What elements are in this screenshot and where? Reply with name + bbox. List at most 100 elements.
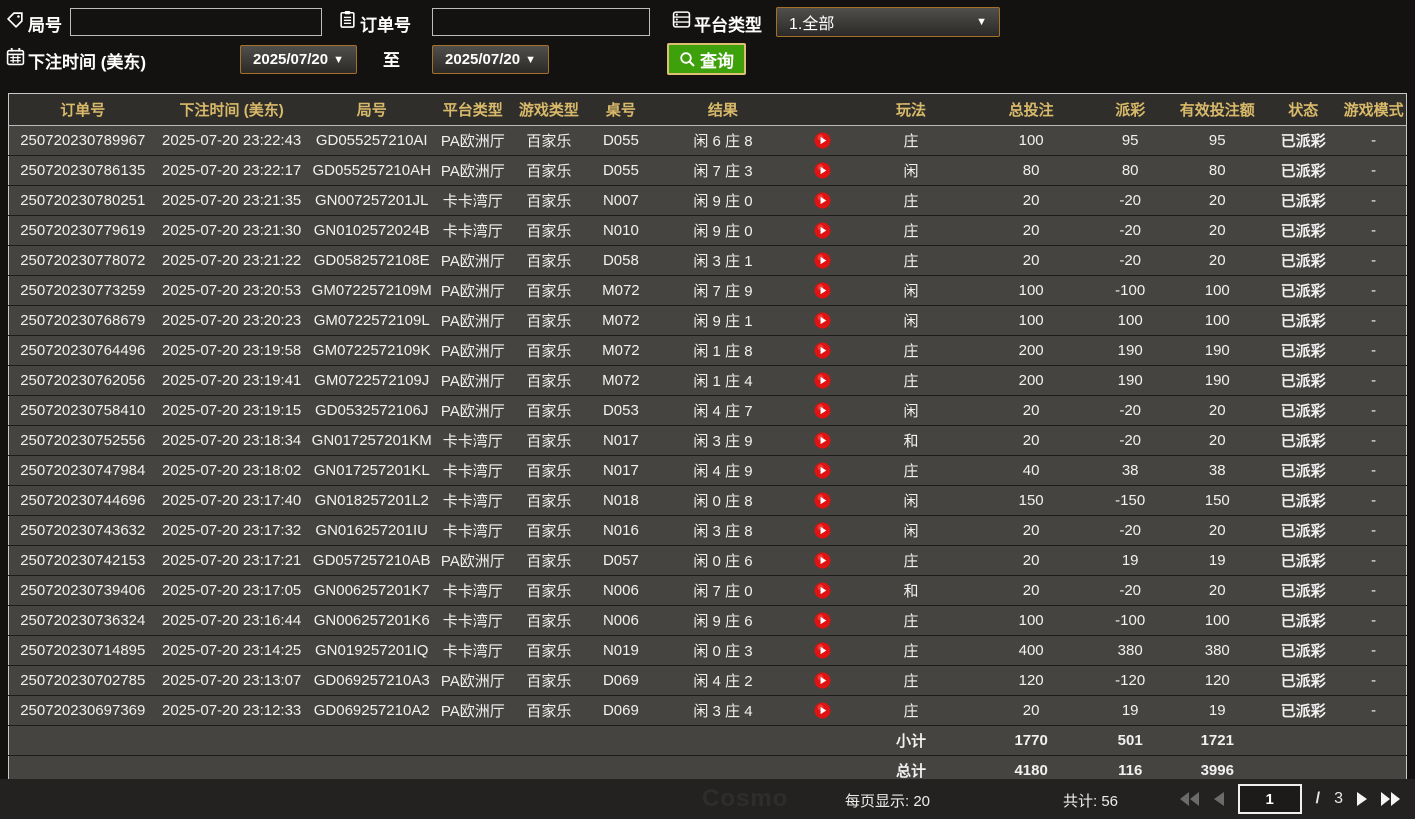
date-to-select[interactable]: 2025/07/20 ▼ <box>432 45 549 74</box>
platform-type: PA欧洲厅 <box>436 305 509 336</box>
platform-type: 卡卡湾厅 <box>436 635 509 666</box>
result: 闲 3 庄 8 <box>652 515 793 546</box>
footer-bar: Cosmo 每页显示: 20 共计: 56 / 3 <box>0 779 1415 819</box>
play-video-icon[interactable] <box>792 395 852 426</box>
column-header-game_type: 游戏类型 <box>508 93 589 126</box>
play-video-icon[interactable] <box>792 605 852 636</box>
game-mode: - <box>1341 515 1407 546</box>
total-bet: 20 <box>971 245 1092 276</box>
game-type: 百家乐 <box>508 545 589 576</box>
game-id: GD055257210AH <box>306 155 437 186</box>
game-mode: - <box>1341 545 1407 576</box>
play-video-icon[interactable] <box>792 485 852 516</box>
play-video-icon[interactable] <box>792 335 852 366</box>
game-type: 百家乐 <box>508 155 589 186</box>
payout: -20 <box>1091 185 1170 216</box>
play-video-icon[interactable] <box>792 125 852 156</box>
payout: -20 <box>1091 515 1170 546</box>
game-mode: - <box>1341 305 1407 336</box>
platform-type: 卡卡湾厅 <box>436 575 509 606</box>
platform-select[interactable]: 1.全部 ▼ <box>776 7 1000 37</box>
total-bet: 100 <box>971 305 1092 336</box>
table-no: D053 <box>588 395 653 426</box>
play-video-icon[interactable] <box>792 245 852 276</box>
table-no: N010 <box>588 215 653 246</box>
bet-type: 庄 <box>851 215 972 246</box>
result: 闲 9 庄 6 <box>652 605 793 636</box>
table-no: N018 <box>588 485 653 516</box>
status: 已派彩 <box>1265 125 1342 156</box>
column-header-valid_bet: 有效投注额 <box>1169 93 1266 126</box>
total-bet: 200 <box>971 335 1092 366</box>
date-from-select[interactable]: 2025/07/20 ▼ <box>240 45 357 74</box>
table-no: N006 <box>588 575 653 606</box>
order-id: 250720230742153 <box>8 545 157 576</box>
game-id: GD057257210AB <box>306 545 437 576</box>
record-count: 共计: 56 <box>1063 790 1118 811</box>
play-video-icon[interactable] <box>792 425 852 456</box>
order-no-input[interactable] <box>432 8 650 36</box>
play-video-icon[interactable] <box>792 275 852 306</box>
valid-bet: 380 <box>1169 635 1266 666</box>
table-no: M072 <box>588 365 653 396</box>
game-no-input[interactable] <box>70 8 322 36</box>
bet-type: 闲 <box>851 305 972 336</box>
table-row: 250720230780251 2025-07-20 23:21:35 GN0072… <box>8 185 1407 216</box>
table-no: N006 <box>588 605 653 636</box>
previous-page-icon[interactable] <box>1213 792 1224 806</box>
play-video-icon[interactable] <box>792 575 852 606</box>
game-id: GM0722572109M <box>306 275 437 306</box>
game-id: GD0532572106J <box>306 395 437 426</box>
result: 闲 9 庄 1 <box>652 305 793 336</box>
play-video-icon[interactable] <box>792 695 852 726</box>
result: 闲 4 庄 7 <box>652 395 793 426</box>
payout: -20 <box>1091 395 1170 426</box>
column-header-total_bet: 总投注 <box>971 93 1092 126</box>
game-id: GN019257201IQ <box>306 635 437 666</box>
game-id: GD0582572108E <box>306 245 437 276</box>
play-video-icon[interactable] <box>792 365 852 396</box>
play-video-icon[interactable] <box>792 545 852 576</box>
table-no: D058 <box>588 245 653 276</box>
page-input[interactable] <box>1237 784 1302 814</box>
game-mode: - <box>1341 245 1407 276</box>
game-mode: - <box>1341 395 1407 426</box>
play-video-icon[interactable] <box>792 155 852 186</box>
play-video-icon[interactable] <box>792 215 852 246</box>
order-id: 250720230768679 <box>8 305 157 336</box>
game-mode: - <box>1341 665 1407 696</box>
last-page-icon[interactable] <box>1381 792 1401 806</box>
table-no: D069 <box>588 695 653 726</box>
total-bet: 20 <box>971 515 1092 546</box>
order-id: 250720230714895 <box>8 635 157 666</box>
play-video-icon[interactable] <box>792 515 852 546</box>
game-mode: - <box>1341 635 1407 666</box>
platform-type: PA欧洲厅 <box>436 125 509 156</box>
table-no: M072 <box>588 275 653 306</box>
table-row: 250720230736324 2025-07-20 23:16:44 GN0062… <box>8 605 1407 636</box>
column-header-time: 下注时间 (美东) <box>156 93 307 126</box>
platform-type: PA欧洲厅 <box>436 245 509 276</box>
game-type: 百家乐 <box>508 665 589 696</box>
chevron-down-icon: ▼ <box>333 53 344 66</box>
result: 闲 4 庄 9 <box>652 455 793 486</box>
table-row: 250720230778072 2025-07-20 23:21:22 GD0582… <box>8 245 1407 276</box>
play-video-icon[interactable] <box>792 185 852 216</box>
bet-type: 庄 <box>851 605 972 636</box>
search-button[interactable]: 查询 <box>667 43 746 75</box>
game-type: 百家乐 <box>508 575 589 606</box>
platform-type: PA欧洲厅 <box>436 395 509 426</box>
play-video-icon[interactable] <box>792 305 852 336</box>
status: 已派彩 <box>1265 575 1342 606</box>
table-row: 250720230747984 2025-07-20 23:18:02 GN0172… <box>8 455 1407 486</box>
play-video-icon[interactable] <box>792 665 852 696</box>
play-video-icon[interactable] <box>792 455 852 486</box>
bet-type: 庄 <box>851 335 972 366</box>
column-header-result: 结果 <box>652 93 793 126</box>
play-video-icon[interactable] <box>792 635 852 666</box>
next-page-icon[interactable] <box>1357 792 1367 806</box>
result: 闲 4 庄 2 <box>652 665 793 696</box>
game-mode: - <box>1341 425 1407 456</box>
game-mode: - <box>1341 125 1407 156</box>
first-page-icon[interactable] <box>1179 792 1200 806</box>
